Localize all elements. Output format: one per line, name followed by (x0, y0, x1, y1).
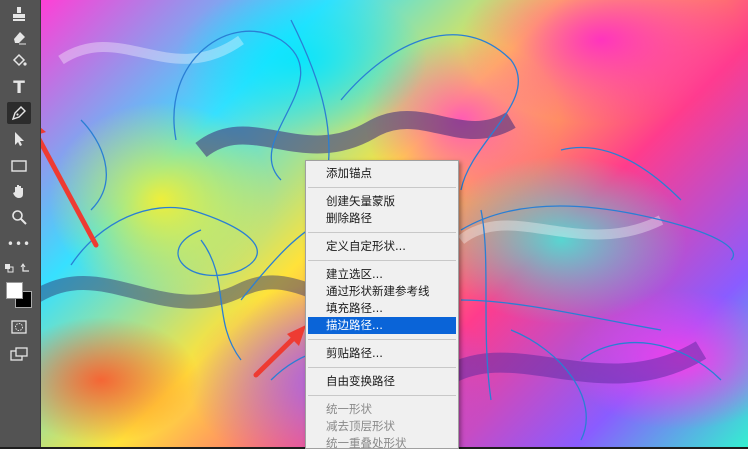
hand-tool-icon[interactable] (7, 180, 31, 202)
foreground-color-swatch[interactable] (6, 282, 23, 299)
menu-separator (308, 260, 456, 261)
menu-item-free-transform-path[interactable]: 自由变换路径 (306, 373, 458, 390)
eraser-icon[interactable] (7, 26, 31, 48)
annotation-arrows (41, 127, 306, 378)
screen-mode-icon[interactable] (7, 343, 31, 365)
menu-item-new-guides-from-shape[interactable]: 通过形状新建参考线 (306, 283, 458, 300)
quick-mask-icon[interactable] (7, 316, 31, 338)
paint-bucket-icon[interactable] (7, 50, 31, 72)
menu-item-make-selection[interactable]: 建立选区... (306, 266, 458, 283)
menu-separator (308, 187, 456, 188)
path-context-menu: 添加锚点 创建矢量蒙版 删除路径 定义自定形状... 建立选区... 通过形状新… (305, 160, 459, 449)
more-tools-icon[interactable]: ••• (7, 233, 31, 255)
menu-item-define-custom-shape[interactable]: 定义自定形状... (306, 238, 458, 255)
rectangle-tool-icon[interactable] (7, 155, 31, 177)
menu-item-add-anchor-point[interactable]: 添加锚点 (306, 165, 458, 182)
menu-item-make-vector-mask[interactable]: 创建矢量蒙版 (306, 193, 458, 210)
type-tool-icon[interactable]: T (7, 77, 31, 99)
menu-separator (308, 395, 456, 396)
pen-tool-icon[interactable] (7, 102, 31, 124)
menu-item-stroke-path[interactable]: 描边路径... (308, 317, 456, 334)
menu-item-delete-path[interactable]: 删除路径 (306, 210, 458, 227)
menu-item-fill-path[interactable]: 填充路径... (306, 300, 458, 317)
menu-item-clipping-path[interactable]: 剪贴路径... (306, 345, 458, 362)
menu-separator (308, 339, 456, 340)
menu-separator (308, 367, 456, 368)
path-selection-icon[interactable] (7, 128, 31, 150)
clone-stamp-icon[interactable] (7, 3, 31, 25)
tools-panel: T ••• (0, 0, 41, 447)
menu-separator (308, 232, 456, 233)
swap-colors-icon[interactable] (3, 257, 33, 279)
menu-item-unite-shapes: 统一形状 (326, 402, 372, 416)
zoom-tool-icon[interactable] (7, 206, 31, 228)
menu-item-subtract-front-shape: 减去顶层形状 (326, 419, 395, 433)
